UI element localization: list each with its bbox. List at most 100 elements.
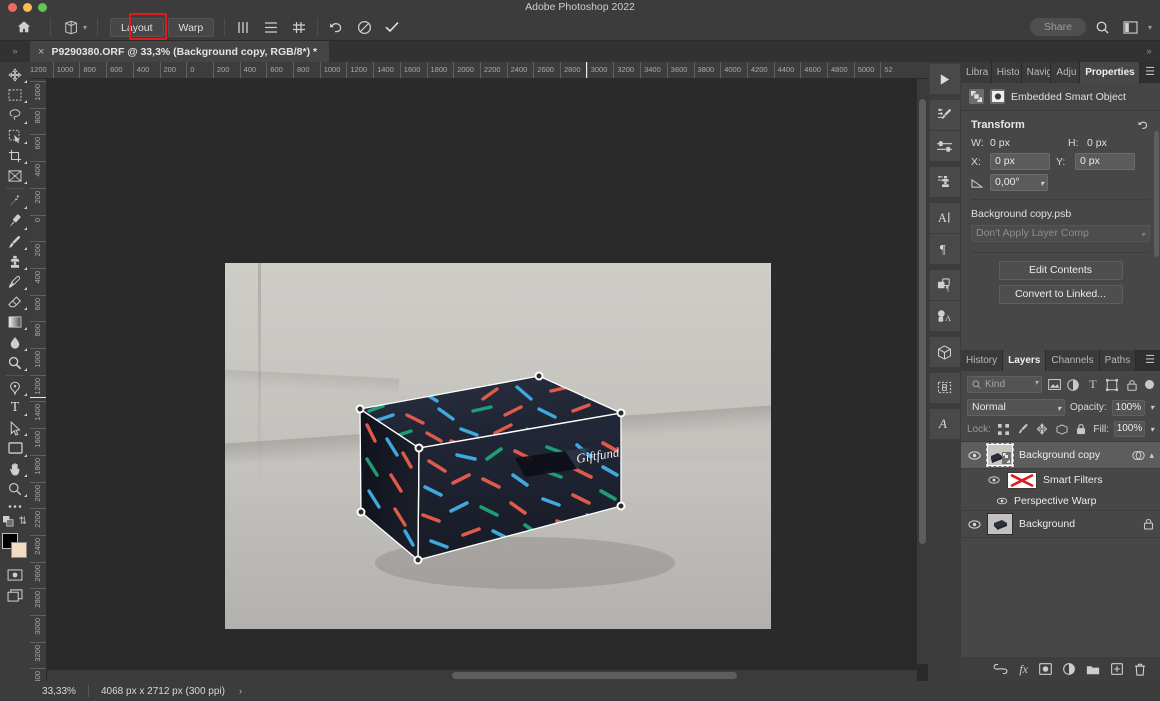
smart-object-filter-icon[interactable] bbox=[1124, 377, 1139, 393]
reset-icon[interactable] bbox=[1137, 119, 1150, 131]
fill-value[interactable]: 100% bbox=[1113, 421, 1145, 437]
add-mask-icon[interactable] bbox=[1039, 663, 1052, 675]
chevron-down-icon[interactable]: ▾ bbox=[1148, 23, 1152, 32]
shape-filter-icon[interactable] bbox=[1105, 377, 1120, 393]
horizontal-lines-icon[interactable] bbox=[257, 15, 285, 39]
panel-menu-icon[interactable]: ☰ bbox=[1140, 62, 1160, 83]
collapse-right-icon[interactable]: » bbox=[1138, 41, 1160, 62]
cancel-icon[interactable] bbox=[350, 15, 378, 39]
chevron-down-icon[interactable]: ▾ bbox=[1057, 401, 1061, 416]
workspace-icon[interactable] bbox=[1120, 16, 1142, 38]
perspective-warp-row[interactable]: Perspective Warp bbox=[961, 491, 1160, 511]
3d-icon[interactable] bbox=[929, 337, 960, 367]
background-color-swatch[interactable] bbox=[11, 541, 27, 558]
type-tool[interactable]: T bbox=[1, 398, 29, 418]
tab-channels[interactable]: Channels bbox=[1046, 350, 1100, 371]
patterns-icon[interactable] bbox=[929, 373, 960, 403]
smart-filter-icon[interactable] bbox=[1132, 450, 1146, 461]
tool-preset-caret[interactable]: ▾ bbox=[83, 23, 87, 32]
blur-tool[interactable] bbox=[1, 332, 29, 352]
tab-properties[interactable]: Properties bbox=[1080, 62, 1141, 83]
perspective-warp-visibility-icon[interactable] bbox=[995, 497, 1009, 505]
layout-mode-button[interactable]: Layout bbox=[110, 17, 164, 37]
chevron-down-icon[interactable]: ▾ bbox=[1150, 403, 1154, 412]
pixel-filter-icon[interactable] bbox=[1046, 377, 1061, 393]
history-brush-tool[interactable] bbox=[1, 272, 29, 292]
lock-all-icon[interactable] bbox=[1074, 421, 1089, 437]
smart-filters-row[interactable]: Smart Filters bbox=[961, 469, 1160, 491]
convert-to-linked-button[interactable]: Convert to Linked... bbox=[998, 285, 1123, 304]
blend-mode-select[interactable]: Normal ▾ bbox=[967, 399, 1065, 416]
layer-visibility-icon[interactable] bbox=[967, 519, 981, 529]
collapse-left-icon[interactable]: » bbox=[0, 41, 30, 62]
rectangle-tool[interactable] bbox=[1, 438, 29, 458]
gradient-tool[interactable] bbox=[1, 312, 29, 332]
width-value[interactable]: 0 px bbox=[990, 137, 1062, 149]
layer-thumbnail-background[interactable] bbox=[987, 513, 1013, 535]
status-expand-icon[interactable]: › bbox=[225, 686, 242, 696]
eyedropper-tool[interactable] bbox=[1, 191, 29, 211]
warp-handle[interactable] bbox=[616, 501, 626, 511]
tab-paths[interactable]: Paths bbox=[1099, 350, 1137, 371]
layer-comp-select[interactable]: Don't Apply Layer Comp ▾ bbox=[971, 225, 1150, 242]
move-tool[interactable] bbox=[1, 65, 29, 85]
warp-handle[interactable] bbox=[616, 408, 626, 418]
document-tab[interactable]: × P9290380.ORF @ 33,3% (Background copy,… bbox=[30, 41, 330, 62]
hand-tool[interactable] bbox=[1, 459, 29, 479]
crop-tool[interactable] bbox=[1, 146, 29, 166]
dodge-tool[interactable] bbox=[1, 353, 29, 373]
character-icon[interactable]: A bbox=[929, 203, 960, 233]
frame-tool[interactable] bbox=[1, 166, 29, 186]
undo-icon[interactable] bbox=[322, 15, 350, 39]
clone-stamp-tool[interactable] bbox=[1, 252, 29, 272]
styles-icon[interactable] bbox=[929, 167, 960, 197]
tab-history[interactable]: Histo bbox=[991, 62, 1022, 83]
share-button[interactable]: Share bbox=[1029, 18, 1086, 36]
edit-toolbar-icon[interactable] bbox=[1, 499, 29, 515]
layer-visibility-icon[interactable] bbox=[967, 450, 981, 460]
layer-name[interactable]: Background copy bbox=[1019, 449, 1126, 461]
type-styles-icon[interactable]: A bbox=[929, 409, 960, 439]
adjustments-brush-icon[interactable] bbox=[929, 100, 960, 130]
object-selection-tool[interactable] bbox=[1, 126, 29, 146]
lock-image-icon[interactable] bbox=[1015, 421, 1030, 437]
opacity-value[interactable]: 100% bbox=[1111, 399, 1145, 416]
chevron-down-icon[interactable]: ▾ bbox=[1034, 378, 1038, 387]
new-layer-icon[interactable] bbox=[1111, 663, 1123, 675]
warp-mode-button[interactable]: Warp bbox=[167, 17, 215, 37]
eraser-tool[interactable] bbox=[1, 292, 29, 312]
brush-tool[interactable] bbox=[1, 232, 29, 252]
path-selection-tool[interactable] bbox=[1, 418, 29, 438]
layer-name[interactable]: Background bbox=[1019, 518, 1137, 530]
smart-filters-mask-thumbnail[interactable] bbox=[1007, 471, 1037, 489]
quick-mask-icon[interactable] bbox=[1, 565, 29, 585]
chevron-down-icon[interactable]: ▾ bbox=[1150, 425, 1154, 434]
canvas-vertical-scrollbar[interactable] bbox=[917, 79, 928, 664]
screen-mode-icon[interactable] bbox=[1, 585, 29, 605]
tab-libraries[interactable]: Libra bbox=[961, 62, 992, 83]
canvas-viewport[interactable]: Giftfund bbox=[47, 79, 928, 681]
y-input[interactable]: 0 px bbox=[1075, 153, 1135, 170]
panel-menu-icon[interactable]: ☰ bbox=[1140, 350, 1160, 371]
angle-input[interactable]: 0,00° ▾ bbox=[990, 174, 1048, 191]
play-icon[interactable] bbox=[929, 64, 960, 94]
paragraph-icon[interactable]: ¶ bbox=[929, 234, 960, 264]
commit-icon[interactable] bbox=[378, 15, 406, 39]
glyphs-icon[interactable]: A bbox=[929, 301, 960, 331]
adjustments-sliders-icon[interactable] bbox=[929, 131, 960, 161]
x-input[interactable]: 0 px bbox=[990, 153, 1050, 170]
warp-handle[interactable] bbox=[355, 404, 365, 414]
warp-handle[interactable] bbox=[534, 371, 544, 381]
tab-adjustments[interactable]: Adju bbox=[1051, 62, 1081, 83]
grid-icon[interactable] bbox=[285, 15, 313, 39]
type-filter-icon[interactable]: T bbox=[1085, 377, 1100, 393]
canvas-area[interactable]: 1200 1000 800 600 400 200 0 200 400 600 800 1000 120… bbox=[30, 62, 928, 681]
new-group-icon[interactable] bbox=[1086, 664, 1100, 675]
warp-handle[interactable] bbox=[413, 555, 423, 565]
layer-row-background[interactable]: Background bbox=[961, 511, 1160, 538]
properties-scrollbar[interactable] bbox=[1154, 131, 1159, 257]
edit-contents-button[interactable]: Edit Contents bbox=[998, 261, 1123, 280]
link-layers-icon[interactable] bbox=[993, 664, 1008, 674]
fx-icon[interactable]: fx bbox=[1019, 662, 1028, 677]
layer-kind-filter[interactable]: Kind ▾ bbox=[967, 376, 1043, 393]
